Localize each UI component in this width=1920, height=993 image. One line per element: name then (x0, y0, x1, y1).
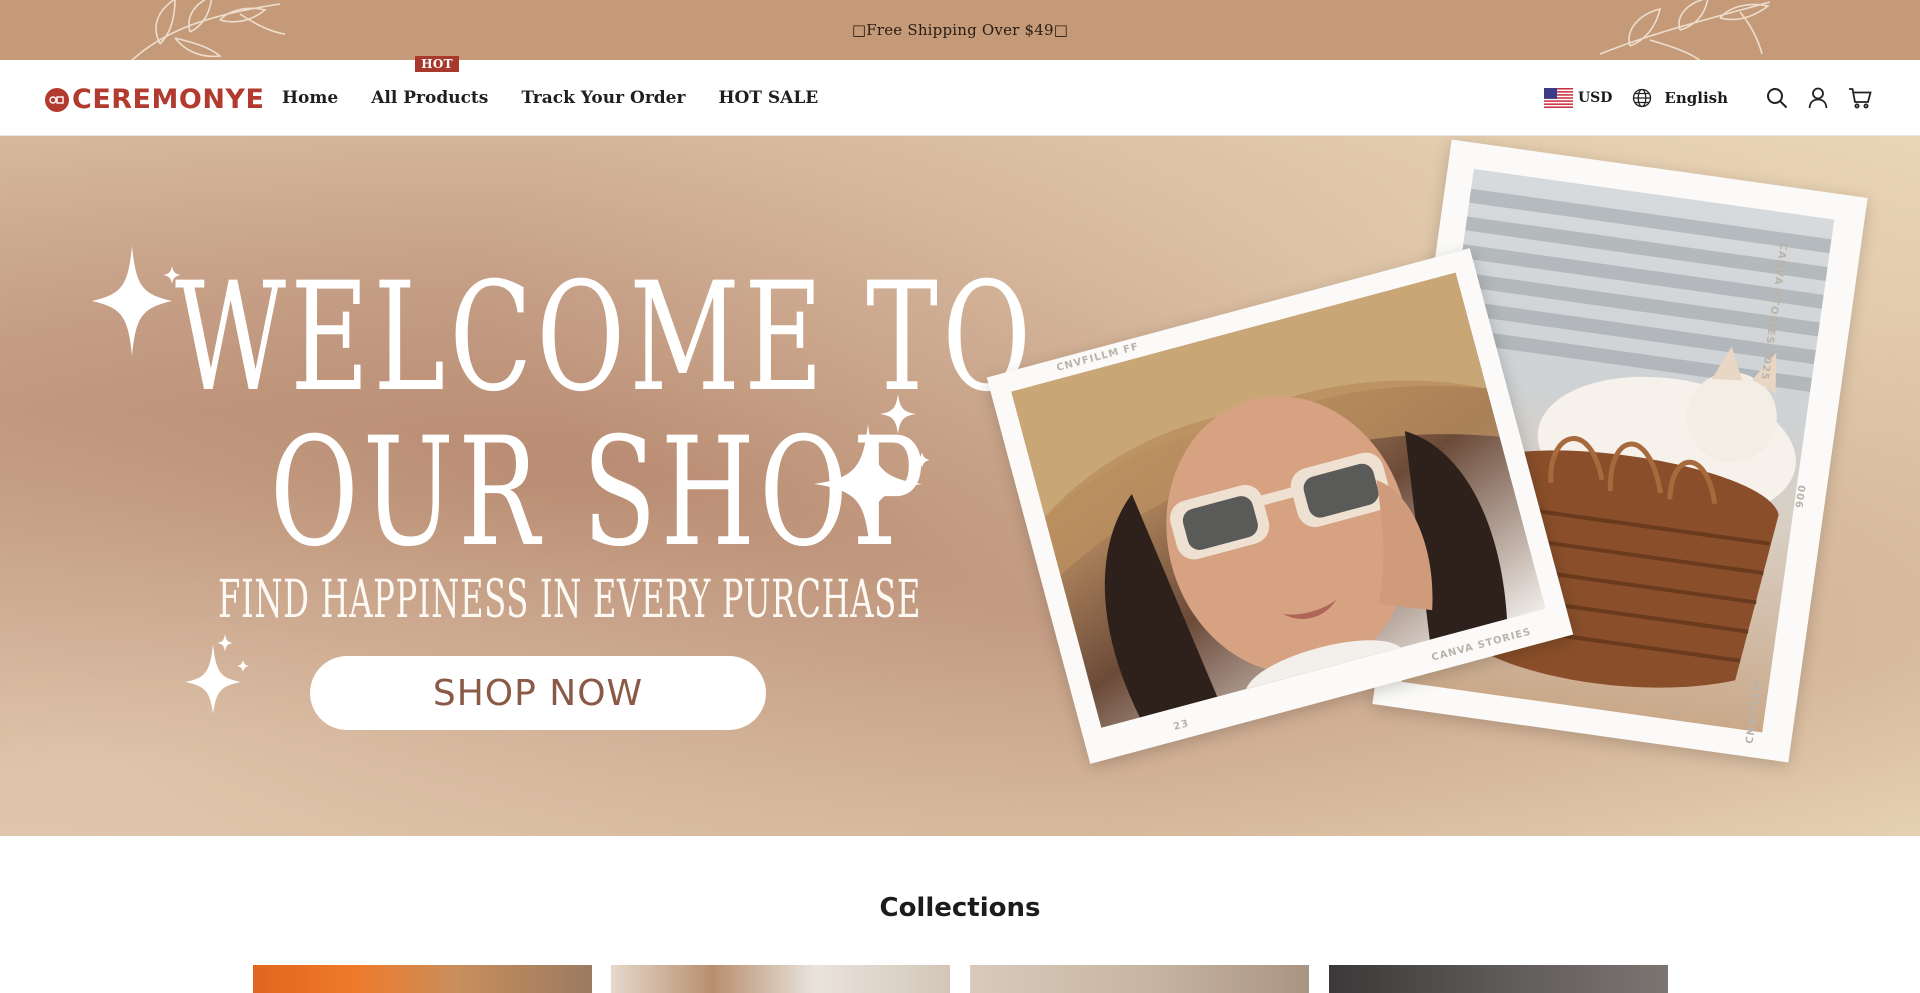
main-nav: Home HOT All Products Track Your Order H… (282, 56, 851, 136)
leaf-decoration-icon (131, 0, 286, 60)
currency-label: USD (1577, 90, 1613, 106)
photo-label-bottom-left: 23 (1172, 718, 1191, 733)
account-icon[interactable] (1808, 87, 1828, 109)
announcement-bar: □Free Shipping Over $49□ (0, 0, 1920, 60)
nav-track-order[interactable]: Track Your Order (521, 88, 685, 108)
sparkle-icon (185, 634, 249, 714)
collection-card[interactable] (253, 965, 592, 993)
nav-all-products[interactable]: HOT All Products (371, 56, 489, 108)
hero-banner[interactable]: WELCOME TO OUR SHOP FIND HAPPINESS IN EV… (0, 136, 1920, 836)
logo-mark-icon (45, 87, 69, 112)
nav-all-products-label: All Products (371, 88, 489, 108)
language-selector[interactable]: English (1632, 88, 1728, 108)
collection-card[interactable] (1329, 965, 1668, 993)
shop-now-button[interactable]: SHOP NOW (310, 656, 766, 730)
logo-text: CEREMONYE (72, 84, 265, 115)
sparkle-icon (92, 246, 181, 356)
hero-subtitle: FIND HAPPINESS IN EVERY PURCHASE (218, 570, 921, 630)
leaf-decoration-icon (1599, 0, 1771, 60)
hero-title-line2: OUR SHOP (270, 406, 930, 580)
cart-icon[interactable] (1848, 87, 1872, 109)
header-utilities: USD English (1543, 60, 1872, 136)
collection-card[interactable] (970, 965, 1309, 993)
site-header: CEREMONYE Home HOT All Products Track Yo… (0, 56, 1920, 136)
brand-logo[interactable]: CEREMONYE (45, 84, 264, 115)
globe-icon (1633, 88, 1652, 108)
collection-card[interactable] (611, 965, 950, 993)
hot-badge: HOT (415, 56, 459, 72)
hero-title-line1: WELCOME TO (175, 251, 1036, 425)
photo-label-side-mid: 006 (1792, 484, 1807, 510)
search-icon[interactable] (1766, 87, 1788, 109)
language-label: English (1664, 89, 1728, 107)
nav-hot-sale[interactable]: HOT SALE (718, 88, 818, 108)
collections-heading: Collections (879, 893, 1041, 923)
us-flag-icon (1543, 88, 1573, 108)
announcement-text: □Free Shipping Over $49□ (851, 21, 1069, 39)
nav-home[interactable]: Home (282, 88, 338, 108)
currency-selector[interactable]: USD (1543, 88, 1613, 108)
